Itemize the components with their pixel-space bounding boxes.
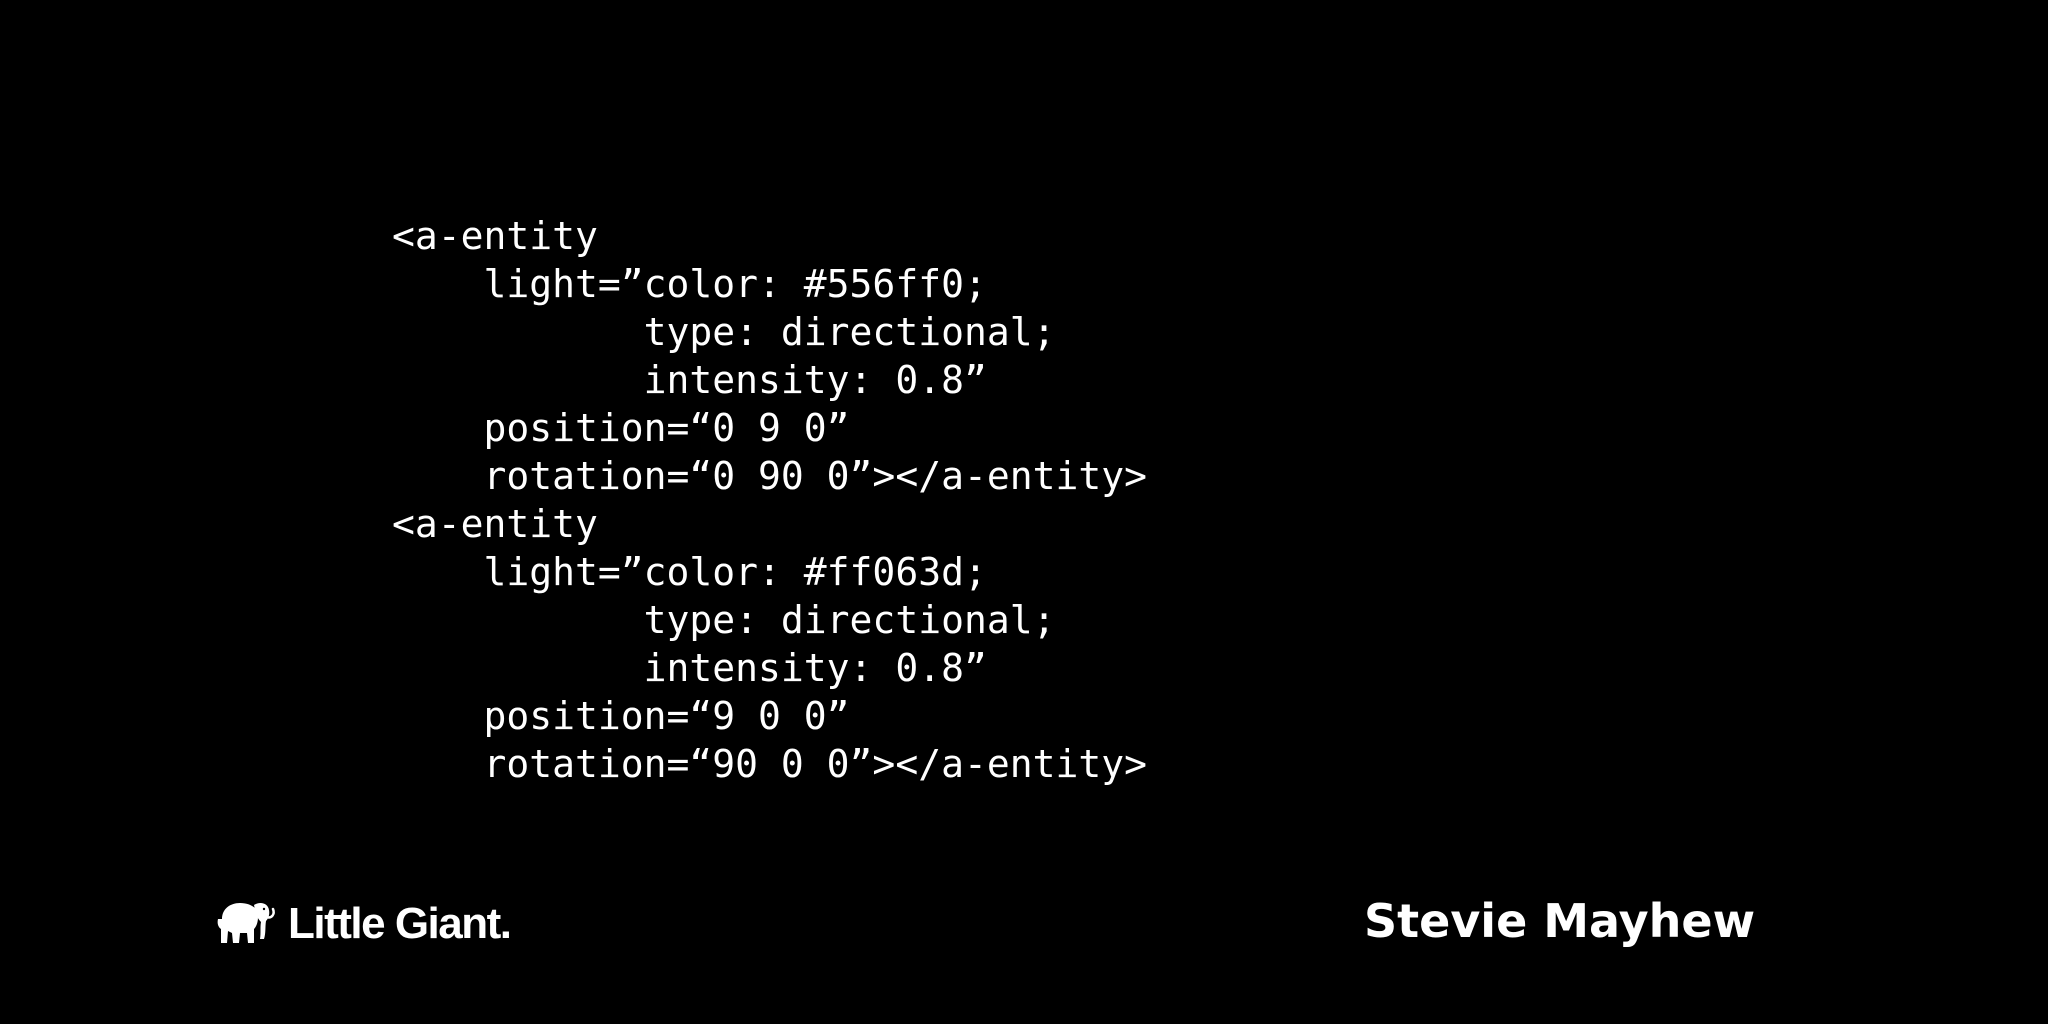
code-line: type: directional; bbox=[392, 598, 1056, 642]
speaker-name: Stevie Mayhew bbox=[1364, 894, 1756, 948]
code-line: rotation=“0 90 0”></a-entity> bbox=[392, 454, 1147, 498]
code-line: intensity: 0.8” bbox=[392, 646, 987, 690]
code-line: light=”color: #556ff0; bbox=[392, 262, 987, 306]
code-line: <a-entity bbox=[392, 502, 598, 546]
brand-name: Little Giant. bbox=[288, 899, 512, 948]
code-line: intensity: 0.8” bbox=[392, 358, 987, 402]
code-line: light=”color: #ff063d; bbox=[392, 550, 987, 594]
code-block: <a-entity light=”color: #556ff0; type: d… bbox=[392, 212, 1147, 788]
mammoth-icon bbox=[214, 897, 288, 952]
brand-logo: Little Giant. bbox=[214, 896, 512, 952]
code-line: <a-entity bbox=[392, 214, 598, 258]
code-line: type: directional; bbox=[392, 310, 1056, 354]
code-line: position=“0 9 0” bbox=[392, 406, 850, 450]
code-line: rotation=“90 0 0”></a-entity> bbox=[392, 742, 1147, 786]
code-line: position=“9 0 0” bbox=[392, 694, 850, 738]
